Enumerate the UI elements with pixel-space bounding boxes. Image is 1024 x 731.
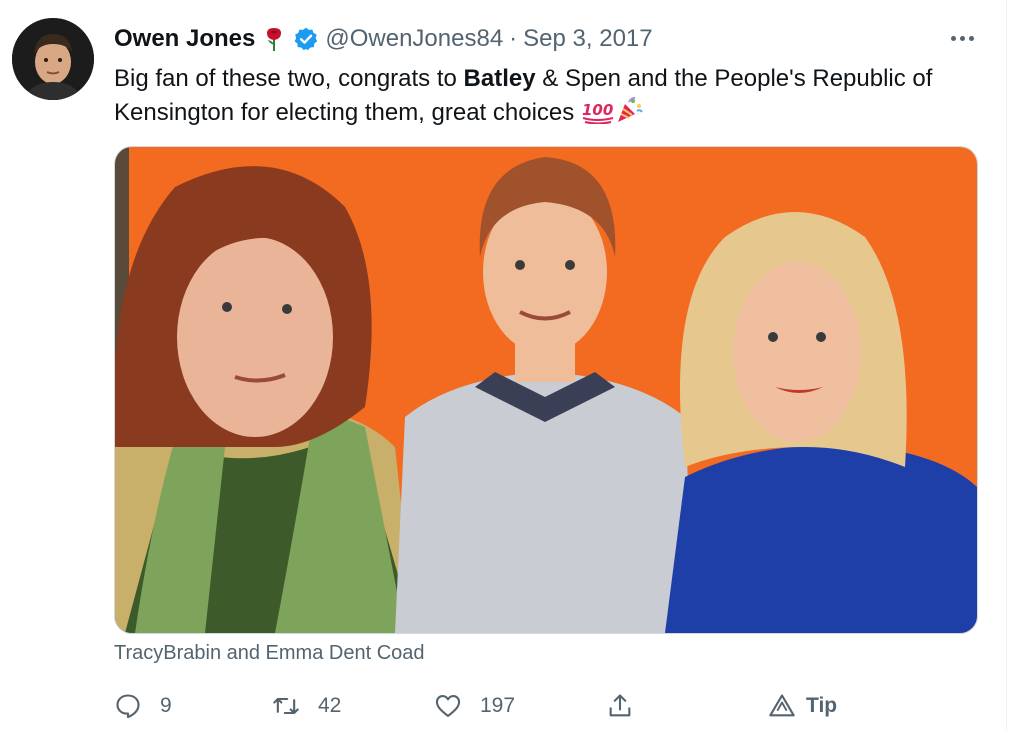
tweet-text-part1: Big fan of these two, congrats to: [114, 65, 464, 92]
tweet-actions: 9 42 197 Tip: [114, 688, 854, 724]
tagged-users[interactable]: TracyBrabin and Emma Dent Coad: [114, 642, 425, 665]
author-name[interactable]: Owen Jones: [114, 25, 255, 53]
retweet-icon: [273, 697, 299, 715]
like-button[interactable]: 197: [434, 688, 515, 724]
avatar[interactable]: [12, 18, 94, 100]
share-button[interactable]: [606, 688, 634, 724]
share-icon: [609, 694, 631, 717]
heart-icon: [435, 695, 461, 717]
author-handle[interactable]: @OwenJones84: [325, 25, 503, 53]
like-count: 197: [480, 694, 516, 717]
tip-icon: [769, 694, 795, 717]
tweet-text: Big fan of these two, congrats to Batley…: [114, 62, 974, 134]
tweet-date[interactable]: Sep 3, 2017: [523, 25, 652, 53]
hundred-points-icon: 100: [581, 98, 615, 134]
separator-dot: ·: [509, 25, 518, 52]
reply-icon: [116, 694, 140, 719]
photo-image: [115, 147, 977, 633]
tip-label: Tip: [806, 694, 838, 717]
reply-button[interactable]: 9: [114, 688, 172, 724]
reply-count: 9: [160, 694, 172, 717]
tweet-text-bold: Batley: [463, 65, 536, 92]
tweet-card[interactable]: Owen Jones @OwenJones84 · Sep 3, 2017 Bi…: [0, 0, 1007, 731]
svg-text:100: 100: [582, 101, 613, 119]
retweet-button[interactable]: 42: [272, 688, 341, 724]
tip-button[interactable]: Tip: [768, 688, 837, 724]
party-popper-icon: [615, 96, 643, 134]
tweet-photo[interactable]: [114, 146, 978, 634]
rose-icon: [261, 26, 287, 52]
more-icon[interactable]: [944, 24, 980, 52]
verified-icon: [293, 26, 319, 52]
tweet-header: Owen Jones @OwenJones84 · Sep 3, 2017: [114, 22, 653, 56]
avatar-image: [12, 18, 94, 100]
page-gutter: [1007, 0, 1024, 731]
retweet-count: 42: [318, 694, 342, 717]
